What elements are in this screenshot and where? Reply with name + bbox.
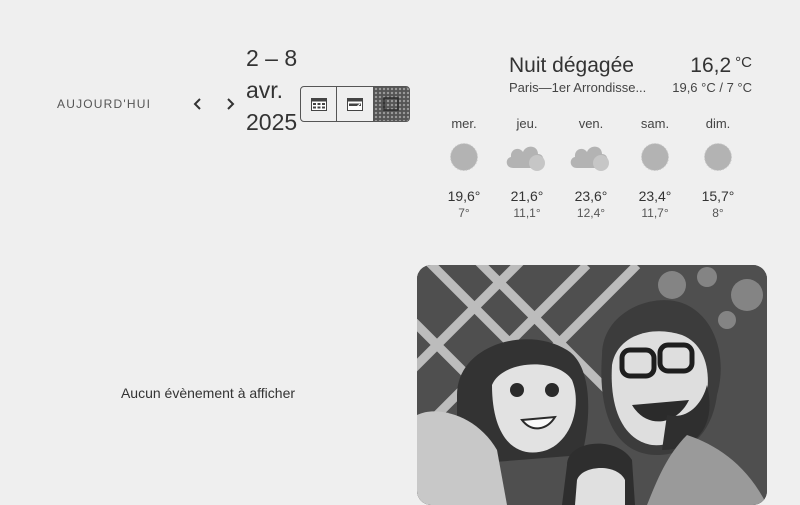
forecast-high: 15,7°: [701, 188, 735, 204]
forecast-day: ven. 23,6° 12,4°: [561, 116, 621, 220]
forecast-day-name: jeu.: [516, 116, 538, 131]
forecast-day: dim. 15,7° 8°: [688, 116, 748, 220]
month-view-button[interactable]: [301, 87, 336, 121]
clear-icon: [641, 143, 669, 171]
month-grid-icon: [310, 97, 327, 111]
photo-illustration: [417, 265, 767, 505]
current-temperature: 16,2 °C: [690, 54, 752, 78]
forecast-low: 11,1°: [513, 206, 541, 220]
photo-view-button[interactable]: [372, 87, 409, 121]
clear-icon: [704, 143, 732, 171]
forecast-day-name: sam.: [640, 116, 670, 131]
forecast-high: 19,6°: [447, 188, 481, 204]
temperature-unit: °C: [735, 54, 752, 71]
chevron-left-icon[interactable]: [187, 93, 209, 115]
forecast-day: mer. 19,6° 7°: [434, 116, 494, 220]
weather-condition: Nuit dégagée: [509, 54, 634, 77]
forecast-low: 12,4°: [576, 206, 606, 220]
weather-location: Paris—1er Arrondisse...: [509, 80, 647, 95]
view-switcher: [300, 86, 410, 122]
empty-events-message: Aucun évènement à afficher: [120, 385, 296, 401]
forecast-day-name: dim.: [705, 116, 731, 131]
partly-cloudy-icon: [570, 146, 609, 171]
week-view-button[interactable]: [336, 87, 372, 121]
forecast-high: 21,6°: [510, 188, 544, 204]
forecast-low: 8°: [712, 206, 724, 220]
temperature-value: 16,2: [690, 54, 732, 77]
forecast-low: 11,7°: [641, 206, 669, 220]
chevron-right-icon[interactable]: [219, 93, 241, 115]
forecast-day: sam. 23,4° 11,7°: [625, 116, 685, 220]
photo-view-icon: [383, 97, 400, 111]
forecast-high: 23,4°: [638, 188, 672, 204]
forecast-high: 23,6°: [574, 188, 608, 204]
temperature-range: 19,6 °C / 7 °C: [672, 80, 752, 95]
today-button[interactable]: AUJOURD'HUI: [57, 97, 151, 111]
family-photo: [417, 265, 767, 505]
forecast-day: jeu. 21,6° 11,1°: [497, 116, 557, 220]
forecast-low: 7°: [458, 206, 470, 220]
forecast-day-name: mer.: [451, 116, 477, 131]
forecast-day-name: ven.: [578, 116, 604, 131]
week-list-icon: [346, 97, 363, 111]
partly-cloudy-icon: [506, 146, 545, 171]
clear-icon: [450, 143, 478, 171]
